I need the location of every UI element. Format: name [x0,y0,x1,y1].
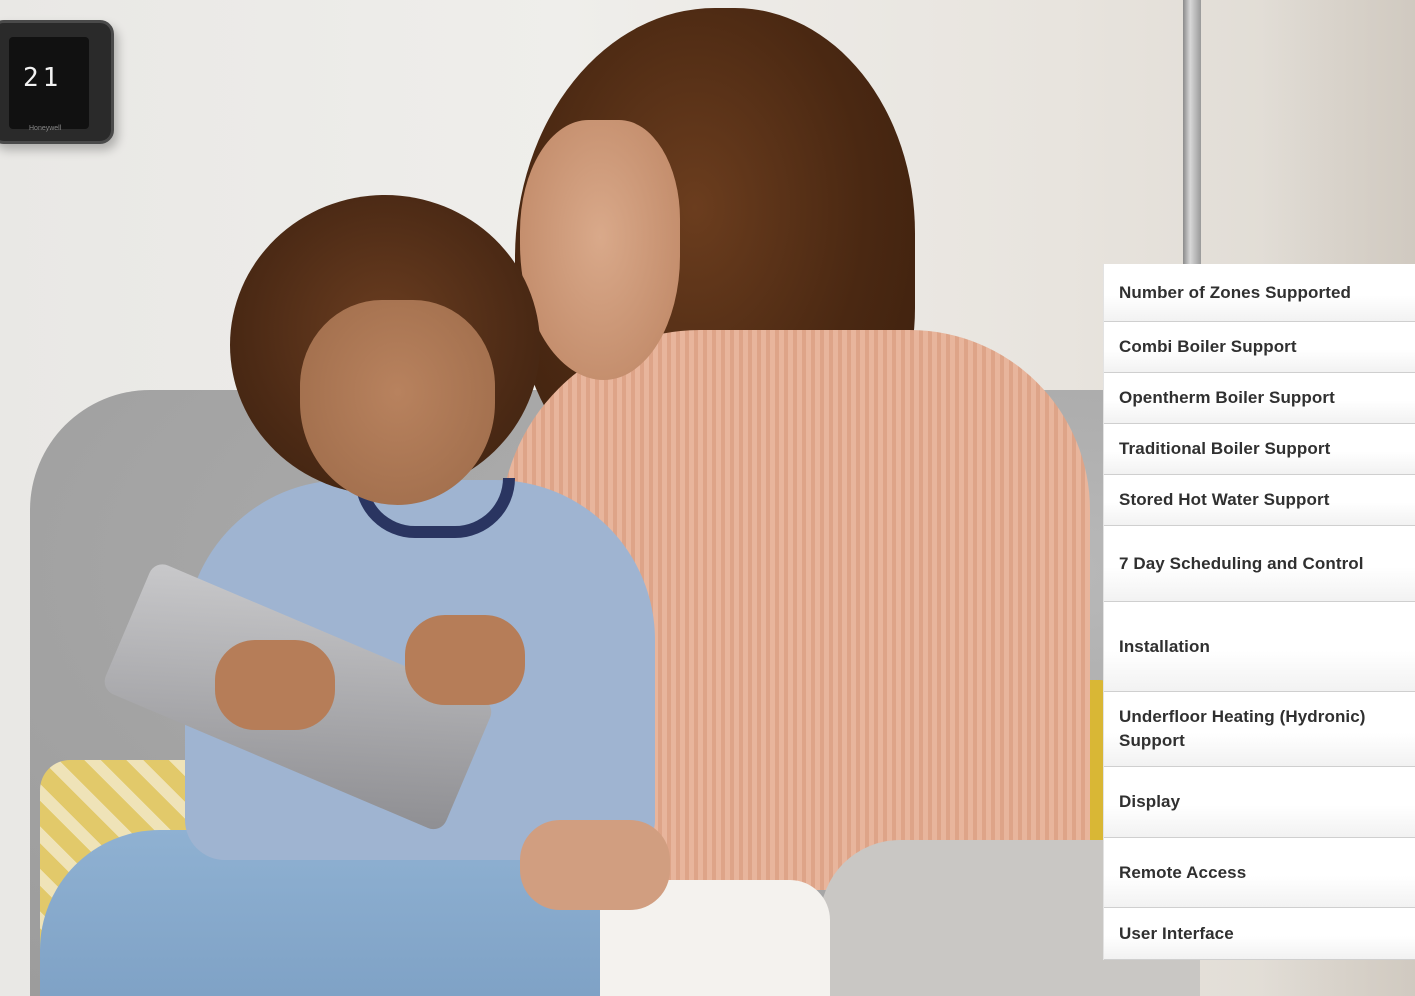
feature-label: Stored Hot Water Support [1119,490,1330,509]
floor-lamp-pole [1183,0,1201,300]
feature-label: Remote Access [1119,862,1247,882]
feature-row-zones: Number of Zones Supported [1104,264,1415,322]
feature-row-underfloor-heating: Underfloor Heating (Hydronic) Support [1104,692,1415,767]
feature-label: Underfloor Heating (Hydronic) Support [1119,707,1366,750]
feature-label: Display [1119,792,1181,811]
thermostat-device: 21 Honeywell [0,20,114,144]
feature-label: Installation [1119,636,1210,656]
feature-row-combi-boiler: Combi Boiler Support [1104,322,1415,373]
feature-label: Combi Boiler Support [1119,337,1297,356]
feature-row-remote-access: Remote Access [1104,838,1415,908]
child-hand-right [405,615,525,705]
child-hand-left [215,640,335,730]
feature-list-panel: Number of Zones Supported Combi Boiler S… [1103,264,1415,960]
feature-label: Number of Zones Supported [1119,282,1351,302]
feature-row-scheduling: 7 Day Scheduling and Control [1104,526,1415,602]
feature-row-opentherm-boiler: Opentherm Boiler Support [1104,373,1415,424]
thermostat-brand: Honeywell [29,125,62,132]
feature-row-display: Display [1104,767,1415,838]
thermostat-temperature: 21 [23,63,63,93]
feature-label: 7 Day Scheduling and Control [1119,553,1364,573]
feature-label: Traditional Boiler Support [1119,439,1331,458]
feature-label: User Interface [1119,923,1234,943]
woman-hand [520,820,670,910]
child-face [300,300,495,505]
feature-row-stored-hot-water: Stored Hot Water Support [1104,475,1415,526]
feature-row-traditional-boiler: Traditional Boiler Support [1104,424,1415,475]
feature-label: Opentherm Boiler Support [1119,388,1335,407]
feature-row-installation: Installation [1104,602,1415,692]
feature-row-user-interface: User Interface [1104,908,1415,960]
